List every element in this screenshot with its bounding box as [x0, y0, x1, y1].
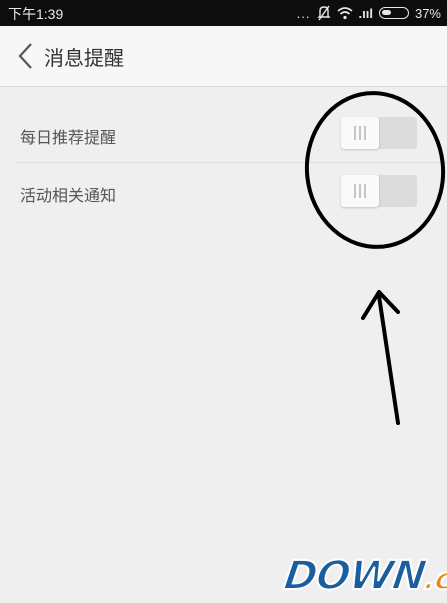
more-dots-icon: ...	[296, 5, 311, 21]
setting-row-daily-recommend: 每日推荐提醒	[0, 105, 447, 162]
setting-row-activity-notice: 活动相关通知	[14, 162, 447, 220]
grip-lines-icon	[354, 184, 368, 198]
toggle-knob	[341, 117, 379, 149]
settings-list: 每日推荐提醒 活动相关通知	[0, 105, 447, 220]
watermark-text: DOWN.cc	[280, 552, 447, 603]
back-button[interactable]	[14, 40, 40, 72]
battery-icon	[378, 7, 409, 19]
app-header: 消息提醒	[0, 26, 447, 87]
toggle-knob	[341, 175, 379, 207]
annotation-overlay	[304, 91, 446, 425]
activity-notice-toggle[interactable]	[341, 175, 417, 207]
annotation-arrow-head	[361, 290, 400, 320]
status-bar: 下午1:39 ... .ııl 37%	[0, 0, 447, 26]
mute-bell-icon	[316, 5, 331, 21]
setting-label-activity-notice: 活动相关通知	[20, 186, 117, 205]
watermark-main: DOWN	[280, 552, 429, 600]
annotation-arrow-shaft	[377, 294, 400, 425]
page-title: 消息提醒	[44, 46, 124, 70]
wifi-icon	[336, 6, 353, 20]
grip-lines-icon	[354, 126, 368, 140]
watermark-suffix: .cc	[421, 561, 447, 598]
daily-recommend-toggle[interactable]	[341, 117, 417, 149]
battery-percent: 37%	[414, 5, 441, 21]
status-time: 下午1:39	[8, 6, 64, 22]
signal-icon: .ııl	[358, 5, 373, 21]
setting-label-daily-recommend: 每日推荐提醒	[20, 128, 117, 147]
status-icons: ... .ııl 37%	[297, 0, 441, 26]
watermark-logo: DOWN.cc	[280, 552, 447, 600]
chevron-left-icon	[18, 43, 32, 69]
